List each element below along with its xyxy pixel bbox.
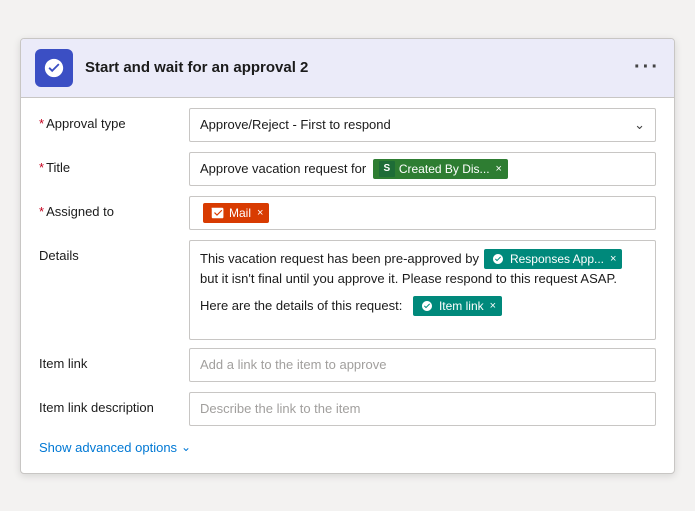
assigned-to-chip: Mail ×: [203, 203, 269, 223]
office-icon: [209, 205, 225, 221]
item-link-desc-row: Item link description Describe the link …: [39, 392, 656, 428]
title-input[interactable]: Approve vacation request for S Created B…: [189, 152, 656, 186]
details-label: Details: [39, 240, 189, 263]
card-body: *Approval type Approve/Reject - First to…: [21, 98, 674, 473]
details-row: Details This vacation request has been p…: [39, 240, 656, 340]
card-title: Start and wait for an approval 2: [85, 59, 634, 76]
sharepoint-icon: S: [379, 161, 395, 177]
title-row: *Title Approve vacation request for S Cr…: [39, 152, 656, 188]
chevron-down-icon: ⌄: [634, 117, 645, 133]
advanced-chevron-icon: ⌄: [181, 440, 191, 454]
assigned-to-row: *Assigned to Mail ×: [39, 196, 656, 232]
approval-type-label: *Approval type: [39, 108, 189, 131]
assigned-to-label: *Assigned to: [39, 196, 189, 219]
title-chip: S Created By Dis... ×: [373, 159, 508, 179]
item-link-desc-label: Item link description: [39, 392, 189, 415]
card-header: Start and wait for an approval 2 ···: [21, 39, 674, 98]
approval-icon: [43, 57, 65, 79]
item-link-chip-close[interactable]: ×: [490, 300, 496, 312]
title-label: *Title: [39, 152, 189, 175]
approval-type-row: *Approval type Approve/Reject - First to…: [39, 108, 656, 144]
assigned-to-input[interactable]: Mail ×: [189, 196, 656, 230]
assigned-to-chip-close[interactable]: ×: [257, 207, 263, 219]
more-options-button[interactable]: ···: [634, 56, 660, 79]
header-icon: [35, 49, 73, 87]
item-link-label: Item link: [39, 348, 189, 371]
details-input[interactable]: This vacation request has been pre-appro…: [189, 240, 656, 340]
item-link-input[interactable]: Add a link to the item to approve: [189, 348, 656, 382]
item-link-row: Item link Add a link to the item to appr…: [39, 348, 656, 384]
item-link-chip: Item link ×: [413, 296, 502, 316]
show-advanced-button[interactable]: Show advanced options ⌄: [39, 436, 656, 459]
item-link-desc-input[interactable]: Describe the link to the item: [189, 392, 656, 426]
responses-chip-close[interactable]: ×: [610, 253, 616, 265]
approval-card: Start and wait for an approval 2 ··· *Ap…: [20, 38, 675, 474]
details-line1: This vacation request has been pre-appro…: [200, 249, 645, 269]
item-link-chip-icon: [419, 298, 435, 314]
approval-type-dropdown[interactable]: Approve/Reject - First to respond ⌄: [189, 108, 656, 142]
approval-chip-icon: [490, 251, 506, 267]
details-line3: Here are the details of this request: It…: [200, 296, 645, 316]
title-chip-close[interactable]: ×: [496, 163, 502, 175]
responses-chip: Responses App... ×: [484, 249, 623, 269]
details-line2: but it isn't final until you approve it.…: [200, 271, 645, 286]
